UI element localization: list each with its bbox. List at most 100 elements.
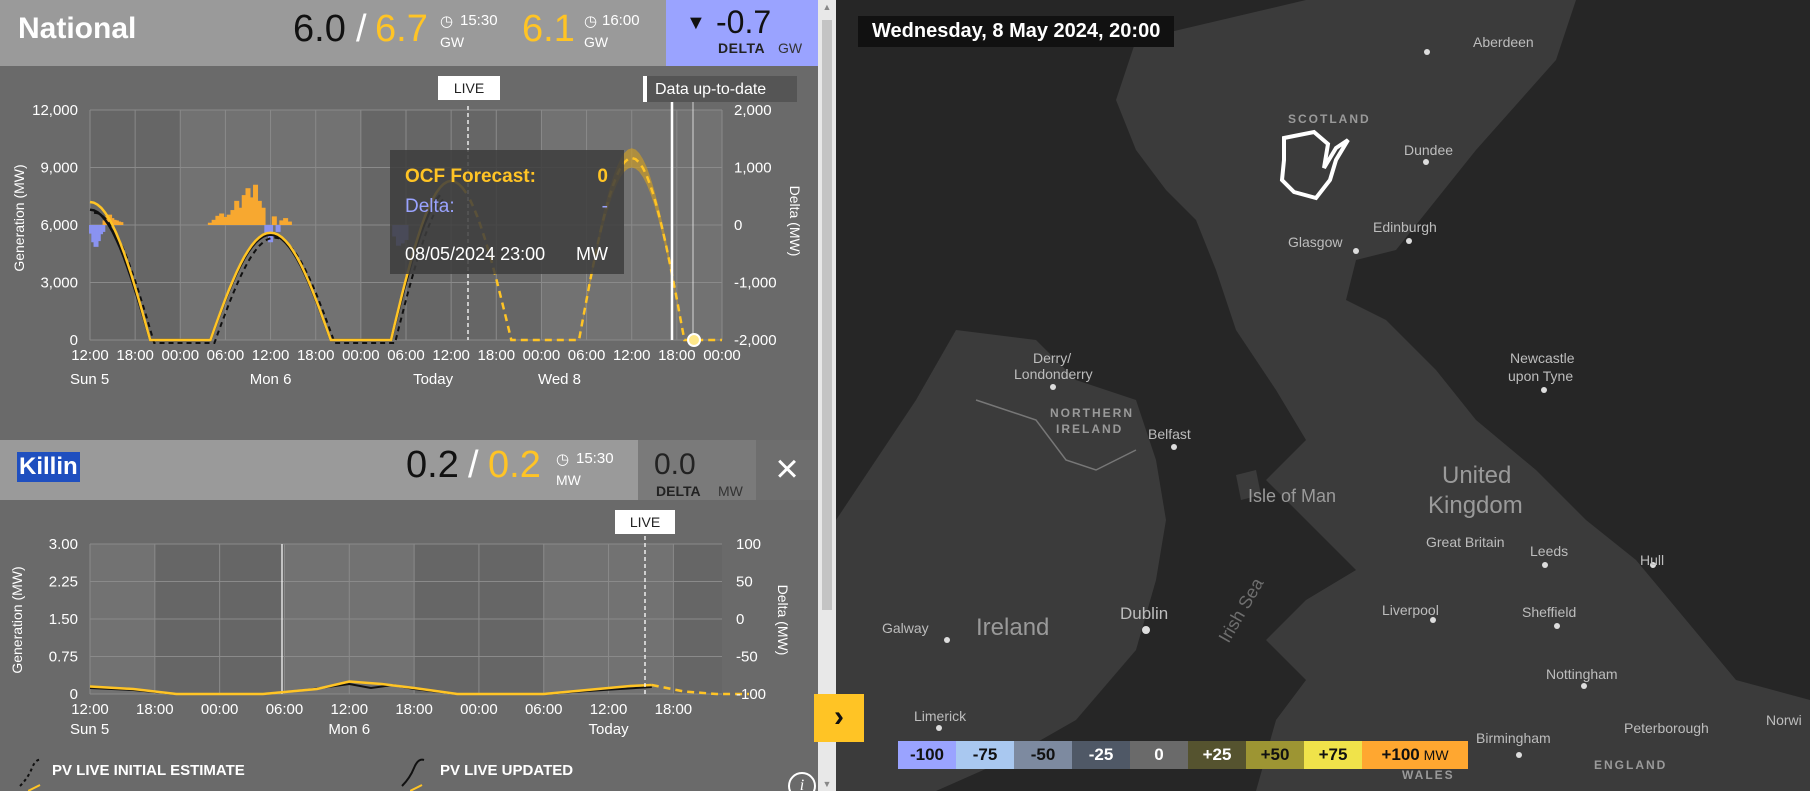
delta-bar <box>100 225 106 232</box>
national-title: National <box>18 12 137 45</box>
place-peterborough: Peterborough <box>1624 720 1709 736</box>
x-tick: 18:00 <box>655 701 693 718</box>
region-wales: WALES <box>1402 768 1455 782</box>
x-tick: 12:00 <box>252 347 290 364</box>
x-tick: 12:00 <box>432 347 470 364</box>
delta-unit: GW <box>778 40 803 56</box>
place-nottingham: Nottingham <box>1546 666 1618 682</box>
tooltip-datetime: 08/05/2024 23:00 <box>405 244 545 264</box>
place-dundee: Dundee <box>1404 142 1454 158</box>
close-button[interactable]: × <box>756 440 818 500</box>
legend-unit: MW <box>1419 747 1449 763</box>
site-chart[interactable]: LIVE Generation (MW) Delta (MW) 3.00 2.25… <box>0 500 818 750</box>
place-aberdeen: Aberdeen <box>1473 34 1534 50</box>
x-tick: 18:00 <box>658 347 696 364</box>
y-left-tick: 9,000 <box>40 160 78 177</box>
x-tick: 18:00 <box>136 701 174 718</box>
national-next-unit: GW <box>584 34 609 50</box>
place-galway: Galway <box>882 620 929 636</box>
y-right-tick: -100 <box>736 686 766 703</box>
y-left-tick: 3.00 <box>49 536 78 553</box>
country-united: United <box>1442 462 1512 489</box>
x-tick: 18:00 <box>297 347 335 364</box>
y-left-tick: 3,000 <box>40 275 78 292</box>
x-tick: 12:00 <box>331 701 369 718</box>
killin-delta-value: 0.0 <box>654 448 696 481</box>
national-delta-box: ▼ -0.7 DELTA GW <box>666 0 818 66</box>
y-right-tick: 0 <box>736 611 744 628</box>
killin-header: Killin 0.2 / 0.2 ◷ 15:30 MW 0.0 DELTA MW… <box>0 440 818 500</box>
place-sheffield: Sheffield <box>1522 604 1577 620</box>
x-tick: 18:00 <box>395 701 433 718</box>
y-right-tick: -50 <box>736 649 758 666</box>
place-belfast: Belfast <box>1148 426 1191 442</box>
x-day-label: Sun 5 <box>70 371 109 388</box>
chart-legend: PV LIVE INITIAL ESTIMATE PV LIVE UPDATED <box>0 750 818 791</box>
y-left-tick: 6,000 <box>40 217 78 234</box>
tooltip-delta-value: - <box>602 196 608 217</box>
national-actual-value: 6.0 <box>293 8 346 50</box>
map-color-legend: -100 -75 -50 -25 0 +25 +50 +75 +100 MW <box>898 741 1468 769</box>
place-dublin: Dublin <box>1120 604 1169 623</box>
tooltip-unit: MW <box>576 244 608 264</box>
y-right-tick: 2,000 <box>734 102 772 119</box>
x-tick: 00:00 <box>342 347 380 364</box>
place-newcastle-2: upon Tyne <box>1508 368 1574 384</box>
delta-bar <box>271 216 277 225</box>
y-left-label: Generation (MW) <box>11 164 27 271</box>
legend-cell: +25 <box>1188 741 1246 769</box>
chart-tooltip: OCF Forecast: 0 Delta: - 08/05/2024 23:0… <box>390 150 624 274</box>
x-tick: 00:00 <box>523 347 561 364</box>
place-leeds: Leeds <box>1530 543 1569 559</box>
place-edinburgh: Edinburgh <box>1373 219 1437 235</box>
scroll-down-icon[interactable]: ▼ <box>822 779 832 789</box>
scroll-thumb[interactable] <box>822 20 832 610</box>
x-tick: 06:00 <box>525 701 563 718</box>
clock-icon: ◷ <box>584 13 598 30</box>
x-tick: 00:00 <box>460 701 498 718</box>
delta-bar <box>286 221 292 225</box>
y-right-tick: 0 <box>734 217 742 234</box>
delta-bar <box>275 225 281 232</box>
site-title: Killin <box>17 452 80 482</box>
y-right-tick: 100 <box>736 536 761 553</box>
y-left-tick: 1.50 <box>49 611 78 628</box>
tooltip-delta-label: Delta: <box>405 196 455 217</box>
live-tag: LIVE <box>630 514 660 530</box>
x-tick: 00:00 <box>703 347 741 364</box>
place-derry: Derry/ <box>1033 350 1072 366</box>
x-tick: 06:00 <box>266 701 304 718</box>
national-chart[interactable]: LIVE Data up-to-date Generation (MW) Del… <box>0 66 818 440</box>
map[interactable]: Aberdeen SCOTLAND Dundee Edinburgh Glasg… <box>836 0 1810 791</box>
legend-cell: 0 <box>1130 741 1188 769</box>
tooltip-forecast-label: OCF Forecast: <box>405 166 536 187</box>
killin-forecast-value: 0.2 <box>488 444 541 486</box>
tooltip-forecast-value: 0 <box>597 166 608 187</box>
place-liverpool: Liverpool <box>1382 602 1439 618</box>
killin-actual-value: 0.2 <box>406 444 459 486</box>
left-panel: National 6.0 / 6.7 ◷ 15:30 GW 6.1 ◷ 16:0… <box>0 0 818 791</box>
place-birmingham: Birmingham <box>1476 730 1551 746</box>
delta-bar <box>260 207 266 225</box>
x-tick: 00:00 <box>201 701 239 718</box>
x-tick: 18:00 <box>478 347 516 364</box>
delta-label: DELTA <box>656 483 701 499</box>
place-great-britain: Great Britain <box>1426 534 1505 550</box>
y-left-tick: 0.75 <box>49 649 78 666</box>
legend-cell: -25 <box>1072 741 1130 769</box>
killin-unit: MW <box>556 472 581 488</box>
national-delta-value: -0.7 <box>716 4 772 40</box>
delta-bar <box>118 222 124 225</box>
scroll-up-icon[interactable]: ▲ <box>822 2 832 12</box>
y-left-tick: 2.25 <box>49 574 78 591</box>
national-next-forecast-value: 6.1 <box>522 8 575 50</box>
expand-button[interactable]: › <box>814 694 864 742</box>
x-tick: 06:00 <box>207 347 245 364</box>
y-left-tick: 12,000 <box>32 102 78 119</box>
value-separator: / <box>356 8 367 50</box>
legend-initial-estimate: PV LIVE INITIAL ESTIMATE <box>52 762 245 779</box>
legend-cell: +50 <box>1246 741 1304 769</box>
legend-cell: -100 <box>898 741 956 769</box>
country-kingdom: Kingdom <box>1428 492 1523 519</box>
national-time: 15:30 <box>460 12 498 29</box>
